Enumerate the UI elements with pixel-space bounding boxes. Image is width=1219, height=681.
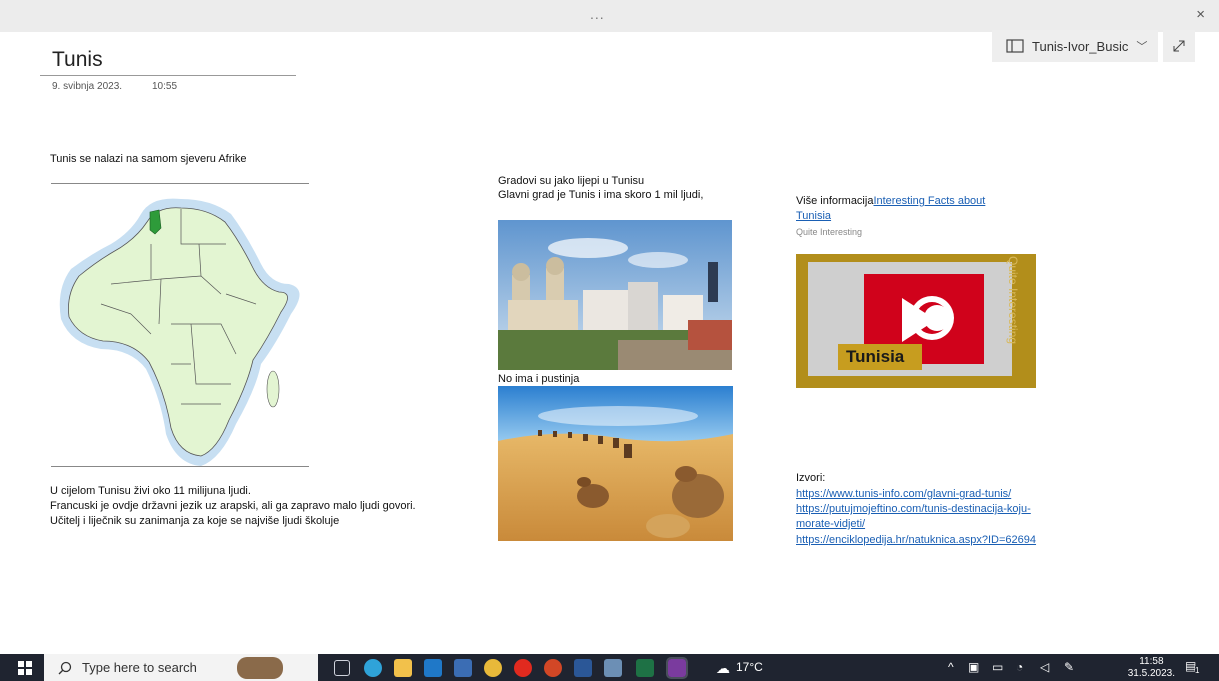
more-info-line: Više informacijaInteresting Facts about (796, 195, 985, 207)
video-thumbnail[interactable]: Tunisia Quite Interesting (796, 254, 1036, 388)
tunis-city-photo (498, 220, 732, 370)
wifi-icon[interactable]: ◔ (1016, 660, 1023, 674)
weather-temperature[interactable]: 17°C (736, 660, 763, 674)
file-explorer-icon[interactable] (394, 659, 412, 677)
page-time: 10:55 (152, 81, 178, 92)
volume-icon[interactable]: ◁ (1040, 660, 1049, 674)
window-menu-dots[interactable]: ... (590, 6, 605, 22)
weather-cloud-icon[interactable]: ☁ (716, 660, 730, 677)
cities-text-1[interactable]: Gradovi su jako lijepi u Tunisu (498, 175, 644, 187)
population-line-1[interactable]: U cijelom Tunisu živi oko 11 milijuna lj… (50, 485, 251, 497)
powerpoint-icon[interactable] (544, 659, 562, 677)
onenote-icon[interactable] (666, 657, 688, 679)
link-source: Quite Interesting (796, 227, 863, 237)
word-icon[interactable] (574, 659, 592, 677)
battery-icon[interactable]: ▭ (992, 660, 1003, 674)
desert-camels-photo (498, 386, 733, 541)
page-date: 9. svibnja 2023. (52, 81, 123, 92)
notebook-icon (1006, 39, 1024, 53)
chevron-down-icon: ﹀ (1136, 41, 1148, 53)
africa-map-icon (59, 198, 300, 467)
video-side-text: Quite Interesting (1006, 256, 1020, 345)
clock-time: 11:58 (1139, 656, 1164, 667)
population-line-3[interactable]: Učitelj i liječnik su zanimanja za koje … (50, 515, 339, 527)
close-icon[interactable]: × (1196, 6, 1205, 23)
opera-icon[interactable] (514, 659, 532, 677)
tray-chevron-up-icon[interactable]: ^ (948, 660, 954, 674)
tray-app-icon[interactable]: ▣ (968, 660, 979, 674)
notebook-selector[interactable]: Tunis-Ivor_Busic ﹀ (992, 30, 1158, 62)
video-title-overlay: Tunisia (846, 347, 905, 366)
source-link-2[interactable]: https://putujmojeftino.com/tunis-destina… (796, 503, 1031, 515)
source-link-3[interactable]: https://enciklopedija.hr/natuknica.aspx?… (796, 534, 1036, 546)
intro-text[interactable]: Tunis se nalazi na samom sjeveru Afrike (50, 153, 246, 165)
window-title-bar: ... × (0, 0, 1219, 32)
interesting-facts-link[interactable]: Interesting Facts about (873, 195, 985, 207)
africa-map-image (51, 183, 309, 467)
windows-start-icon[interactable] (18, 661, 32, 675)
task-view-icon[interactable] (334, 660, 350, 676)
cities-text-2[interactable]: Glavni grad je Tunis i ima skoro 1 mil l… (498, 189, 703, 201)
sources-label[interactable]: Izvori: (796, 472, 825, 484)
interesting-facts-link-2[interactable]: Tunisia (796, 210, 831, 222)
search-placeholder: Type here to search (82, 660, 197, 675)
title-divider (40, 75, 296, 76)
desert-text[interactable]: No ima i pustinja (498, 373, 579, 385)
store-icon[interactable] (454, 659, 472, 677)
more-info-prefix: Više informacija (796, 195, 874, 207)
population-line-2[interactable]: Francuski je ovdje državni jezik uz arap… (50, 500, 416, 512)
windows-taskbar: Type here to search ☁ 17°C ^ ▣ ▭ ◔ ◁ ✎ 1… (0, 654, 1219, 681)
excel-icon[interactable] (636, 659, 654, 677)
network-app-icon[interactable] (604, 659, 622, 677)
search-icon (58, 661, 72, 674)
source-link-2-cont[interactable]: morate-vidjeti/ (796, 518, 865, 530)
notebook-name: Tunis-Ivor_Busic (1032, 38, 1129, 54)
mail-icon[interactable] (424, 659, 442, 677)
chrome-icon[interactable] (484, 659, 502, 677)
expand-button[interactable] (1163, 30, 1195, 62)
pen-icon[interactable]: ✎ (1064, 660, 1074, 674)
taskbar-search-box[interactable]: Type here to search (44, 654, 318, 681)
notification-count-badge: 1 (1195, 666, 1200, 675)
clock-date: 31.5.2023. (1127, 668, 1175, 679)
taskbar-clock[interactable]: 11:58 31.5.2023. (1128, 656, 1175, 680)
search-highlight-otter-icon (236, 656, 283, 679)
edge-icon[interactable] (364, 659, 382, 677)
source-link-1[interactable]: https://www.tunis-info.com/glavni-grad-t… (796, 488, 1011, 500)
expand-icon (1173, 40, 1185, 52)
page-title[interactable]: Tunis (52, 48, 103, 72)
